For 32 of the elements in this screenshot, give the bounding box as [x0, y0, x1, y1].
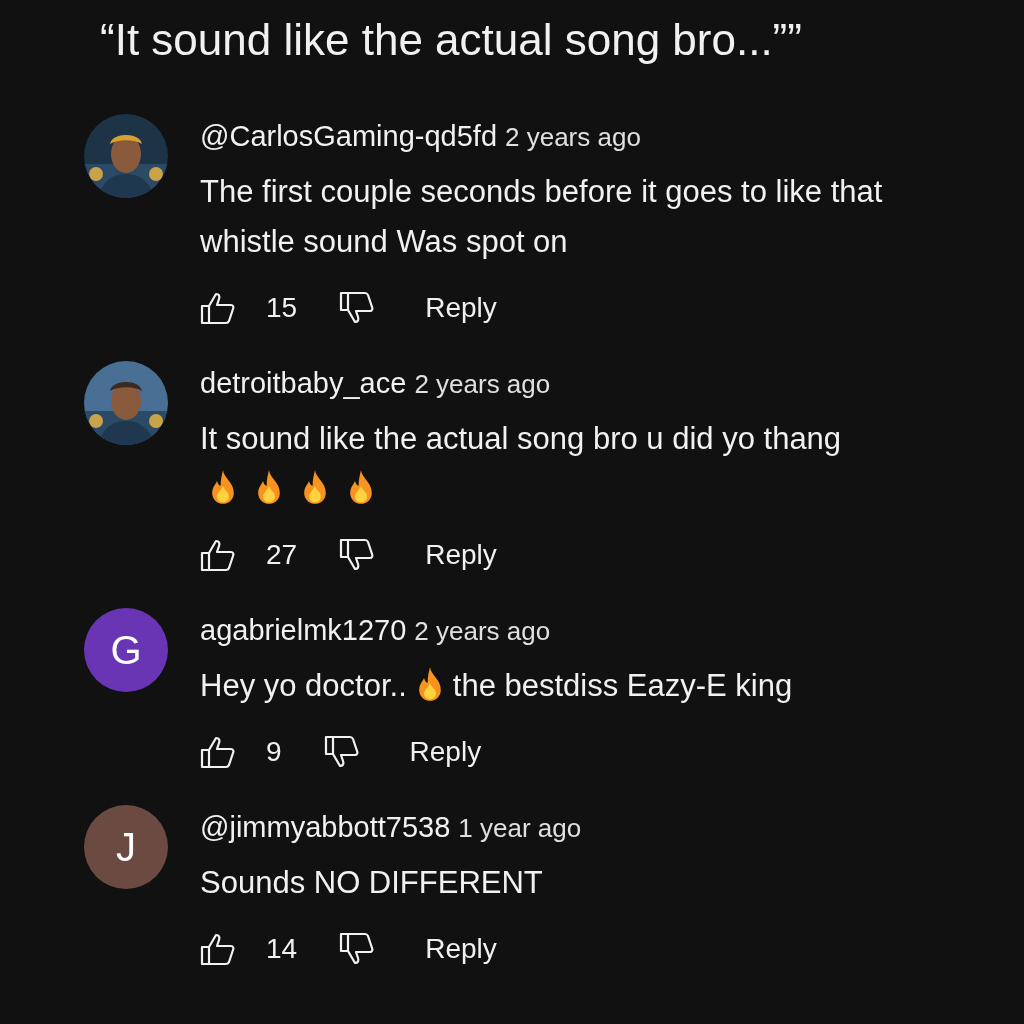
- like-icon[interactable]: [200, 537, 236, 573]
- comment-text: the bestdiss Eazy-E king: [452, 668, 793, 703]
- dislike-icon[interactable]: [339, 290, 376, 326]
- like-count: 27: [266, 539, 298, 571]
- comment-text: It sound like the actual song bro u did yo thang: [200, 421, 842, 456]
- dislike-icon[interactable]: [339, 931, 376, 967]
- comment-time: 2 years ago: [505, 122, 641, 152]
- avatar[interactable]: G: [84, 608, 168, 692]
- dislike-icon[interactable]: [323, 734, 360, 770]
- comment-author[interactable]: detroitbaby_ace: [200, 367, 407, 399]
- comment-author[interactable]: @CarlosGaming-qd5fd: [200, 120, 497, 152]
- comment-text: Hey yo doctor..: [200, 668, 407, 703]
- reply-button[interactable]: Reply: [425, 539, 497, 571]
- reply-button[interactable]: Reply: [409, 736, 482, 768]
- like-icon[interactable]: [200, 931, 236, 967]
- comment-author[interactable]: @jimmyabbott7538: [200, 811, 451, 843]
- comment-time: 1 year ago: [458, 813, 582, 843]
- comment-author[interactable]: agabrielmk1270: [200, 614, 407, 646]
- like-count: 15: [266, 292, 298, 324]
- like-count: 14: [266, 933, 298, 965]
- reply-button[interactable]: Reply: [425, 292, 497, 324]
- comment-text: Sounds NO DIFFERENT: [200, 865, 543, 900]
- avatar[interactable]: J: [84, 805, 168, 889]
- like-icon[interactable]: [200, 290, 236, 326]
- video-title: “It sound like the actual song bro...””: [100, 14, 803, 66]
- comment-time: 2 years ago: [414, 616, 551, 646]
- like-count: 9: [266, 736, 282, 768]
- dislike-icon[interactable]: [339, 537, 376, 573]
- reply-button[interactable]: Reply: [425, 933, 497, 965]
- like-icon[interactable]: [200, 734, 236, 770]
- comment-text: The first couple seconds before it goes to like that whistle sound Was spot on: [200, 174, 883, 259]
- comment-time: 2 years ago: [414, 369, 551, 399]
